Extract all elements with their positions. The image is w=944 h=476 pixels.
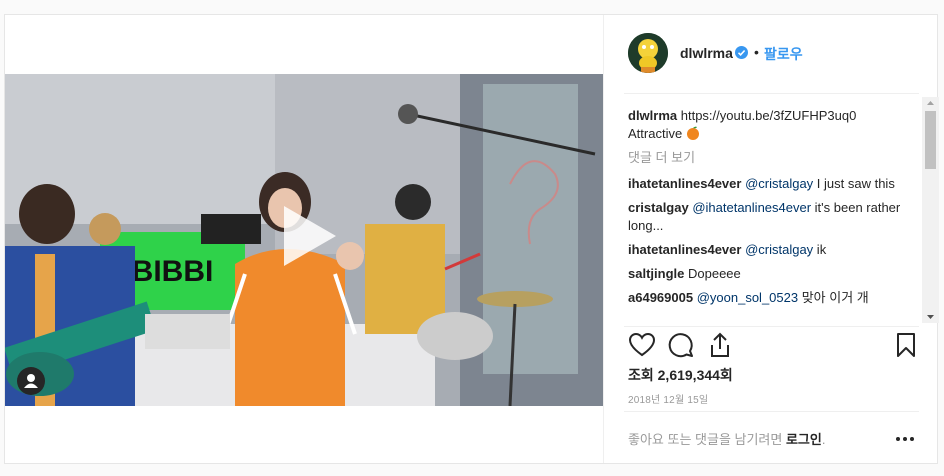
comments-scrollbar[interactable] xyxy=(922,97,939,323)
comment-username[interactable]: ihatetanlines4ever xyxy=(628,176,741,191)
comment-text: Dopeeee xyxy=(687,266,741,281)
login-prompt-end: . xyxy=(821,432,826,447)
verified-badge-icon xyxy=(735,46,748,59)
post-date[interactable]: 2018년 12월 15일 xyxy=(628,391,708,406)
caption-link[interactable]: https://youtu.be/3fZUFHP3uq0 xyxy=(681,108,857,123)
comment-item: saltjingle Dopeeee xyxy=(628,265,918,283)
post-header: dlwlrma • 팔로우 xyxy=(604,15,939,93)
user-tag-button[interactable] xyxy=(17,367,45,395)
view-count[interactable]: 조회 2,619,344회 xyxy=(628,365,733,385)
post-sidebar: dlwlrma • 팔로우 dlwlrma https://youtu.be/3… xyxy=(603,15,939,463)
follow-button[interactable]: 팔로우 xyxy=(764,44,803,64)
login-link[interactable]: 로그인 xyxy=(786,432,822,447)
caption: dlwlrma https://youtu.be/3fZUFHP3uq0 Att… xyxy=(628,107,918,143)
comment-icon[interactable] xyxy=(667,331,695,359)
comment-mention[interactable]: @ihatetanlines4ever xyxy=(692,200,811,215)
share-icon[interactable] xyxy=(706,331,734,359)
scroll-thumb[interactable] xyxy=(925,111,936,169)
play-button[interactable] xyxy=(276,204,340,268)
avatar-image xyxy=(628,33,668,73)
heart-icon[interactable] xyxy=(628,331,656,359)
username[interactable]: dlwlrma xyxy=(680,45,733,61)
comment-mention[interactable]: @cristalgay xyxy=(745,242,813,257)
action-bar xyxy=(604,329,939,363)
comment-text: 맞아 이거 개 xyxy=(798,290,869,305)
footer-divider xyxy=(624,411,919,412)
video-player[interactable]: BBIBBI xyxy=(5,74,603,406)
comment-mention[interactable]: @cristalgay xyxy=(745,176,813,191)
comment-mention[interactable]: @yoon_sol_0523 xyxy=(697,290,798,305)
comment-username[interactable]: cristalgay xyxy=(628,200,689,215)
avatar[interactable] xyxy=(628,33,668,73)
comment-username[interactable]: a64969005 xyxy=(628,290,693,305)
login-prompt-text: 좋아요 또는 댓글을 남기려면 xyxy=(628,432,786,447)
caption-text: Attractive xyxy=(628,126,683,141)
separator-dot: • xyxy=(754,44,759,60)
more-options-icon[interactable] xyxy=(894,435,916,443)
post-container: BBIBBI dlwlrma • 팔로우 dlwlrma https://you… xyxy=(4,14,939,464)
comments-list: dlwlrma https://youtu.be/3fZUFHP3uq0 Att… xyxy=(628,107,918,323)
scroll-up-arrow-icon[interactable] xyxy=(922,97,939,109)
login-prompt: 좋아요 또는 댓글을 남기려면 로그인. xyxy=(628,429,825,448)
comment-username[interactable]: ihatetanlines4ever xyxy=(628,242,741,257)
bookmark-icon[interactable] xyxy=(892,331,920,359)
comment-item: cristalgay @ihatetanlines4ever it's been… xyxy=(628,199,918,235)
comment-text: I just saw this xyxy=(813,176,895,191)
view-more-comments[interactable]: 댓글 더 보기 xyxy=(628,149,918,167)
play-icon xyxy=(284,206,336,266)
caption-username[interactable]: dlwlrma xyxy=(628,108,677,123)
comments-divider xyxy=(624,326,919,327)
scroll-down-arrow-icon[interactable] xyxy=(922,311,939,323)
header-divider xyxy=(624,93,919,94)
comment-item: a64969005 @yoon_sol_0523 맞아 이거 개 xyxy=(628,289,918,307)
tangerine-emoji-icon xyxy=(686,126,699,140)
comment-username[interactable]: saltjingle xyxy=(628,266,684,281)
user-tag-icon xyxy=(24,374,38,388)
comment-text: ik xyxy=(813,242,827,257)
comment-item: ihatetanlines4ever @cristalgay ik xyxy=(628,241,918,259)
comment-item: ihatetanlines4ever @cristalgay I just sa… xyxy=(628,175,918,193)
